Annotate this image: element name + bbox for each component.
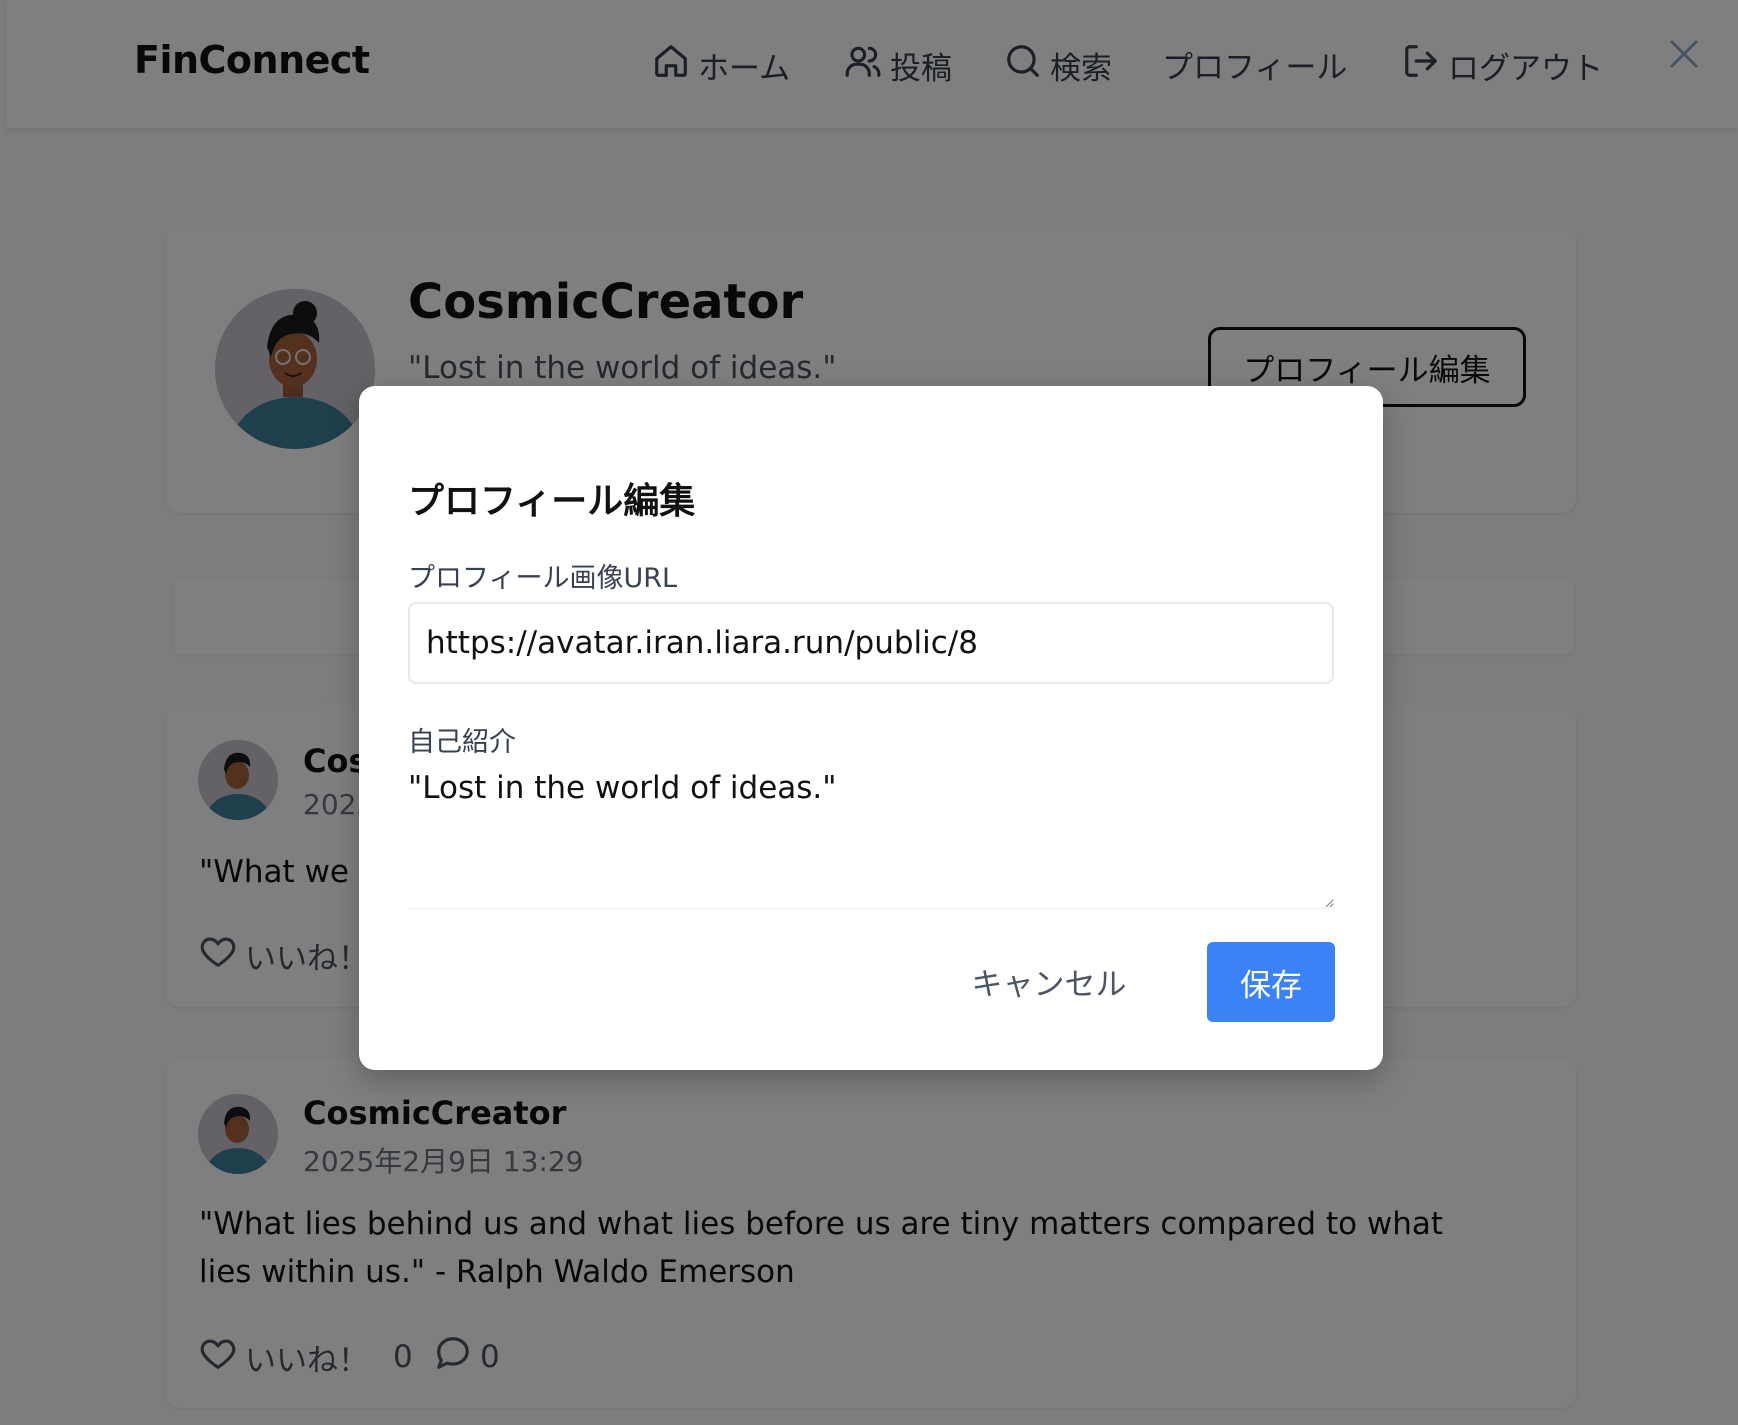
edit-profile-modal: プロフィール編集 プロフィール画像URL 自己紹介 "Lost in the w… (359, 386, 1383, 1070)
bio-label: 自己紹介 (408, 727, 516, 758)
save-button[interactable]: 保存 (1207, 942, 1335, 1022)
modal-title: プロフィール編集 (408, 481, 696, 522)
bio-textarea[interactable]: "Lost in the world of ideas." (408, 770, 1334, 908)
profile-image-url-label: プロフィール画像URL (408, 563, 678, 594)
profile-image-url-input[interactable] (408, 602, 1334, 684)
cancel-button[interactable]: キャンセル (959, 941, 1139, 1021)
